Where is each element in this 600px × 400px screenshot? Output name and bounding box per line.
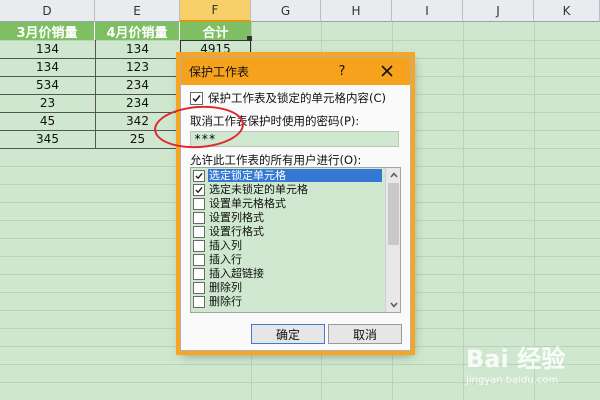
checkbox[interactable] — [193, 295, 205, 308]
help-button[interactable]: ? — [331, 60, 353, 82]
table-border — [0, 130, 180, 131]
cancel-button[interactable]: 取消 — [328, 324, 402, 344]
checkbox[interactable] — [193, 281, 205, 294]
scroll-thumb[interactable] — [388, 183, 399, 245]
permission-item[interactable]: 设置单元格格式 — [193, 197, 383, 210]
checkbox-checked[interactable] — [193, 183, 205, 196]
permission-item[interactable]: 选定锁定单元格 — [193, 169, 383, 182]
permission-label: 设置列格式 — [209, 211, 264, 224]
close-icon[interactable] — [376, 60, 398, 82]
list-scrollbar[interactable] — [385, 168, 400, 312]
table-cell[interactable]: 45 — [0, 112, 95, 130]
permission-item[interactable]: 插入行 — [193, 253, 383, 266]
permission-label: 插入列 — [209, 239, 242, 252]
column-header[interactable]: H — [321, 0, 392, 22]
permission-label: 设置行格式 — [209, 225, 264, 238]
ok-button[interactable]: 确定 — [251, 324, 325, 344]
watermark-logo: Bai 经验 — [466, 345, 566, 373]
table-border — [0, 76, 180, 77]
table-cell[interactable]: 234 — [95, 94, 180, 112]
header-cell[interactable]: 合计 — [180, 22, 251, 41]
checkbox[interactable] — [193, 267, 205, 280]
table-cell[interactable]: 234 — [95, 76, 180, 94]
header-cell[interactable]: 4月价销量 — [95, 22, 180, 41]
permission-label: 插入超链接 — [209, 267, 264, 280]
permission-item[interactable]: 插入列 — [193, 239, 383, 252]
permission-item[interactable]: 删除列 — [193, 281, 383, 294]
checkbox[interactable] — [193, 211, 205, 224]
table-border — [0, 94, 180, 95]
permissions-label: 允许此工作表的所有用户进行(O): — [190, 153, 362, 167]
column-header-active[interactable]: F — [180, 0, 251, 22]
permission-label: 删除列 — [209, 281, 242, 294]
column-header[interactable]: K — [534, 0, 600, 22]
table-cell[interactable]: 134 — [0, 40, 95, 58]
permission-item[interactable]: 选定未锁定的单元格 — [193, 183, 383, 196]
checkbox[interactable] — [193, 225, 205, 238]
permission-label: 插入行 — [209, 253, 242, 266]
table-cell[interactable]: 123 — [95, 58, 180, 76]
checkbox[interactable] — [193, 253, 205, 266]
column-header[interactable]: D — [0, 0, 95, 22]
column-header[interactable]: E — [95, 0, 180, 22]
table-border — [0, 112, 180, 113]
protect-option[interactable]: 保护工作表及锁定的单元格内容(C) — [190, 90, 386, 106]
permission-label: 设置单元格格式 — [209, 197, 286, 210]
header-cell[interactable]: 3月价销量 — [0, 22, 95, 41]
permission-item[interactable]: 设置行格式 — [193, 225, 383, 238]
checkbox[interactable] — [193, 239, 205, 252]
scroll-down-icon[interactable] — [386, 298, 400, 312]
protect-checkbox[interactable] — [190, 91, 203, 105]
dialog-titlebar[interactable]: 保护工作表 ? — [181, 57, 410, 85]
table-cell[interactable]: 534 — [0, 76, 95, 94]
fill-handle[interactable] — [247, 36, 252, 41]
checkbox-checked[interactable] — [193, 169, 205, 182]
column-header[interactable]: J — [463, 0, 534, 22]
permission-label: 选定锁定单元格 — [208, 169, 382, 182]
dialog-title: 保护工作表 — [189, 65, 250, 79]
table-border — [0, 58, 180, 59]
table-cell[interactable]: 345 — [0, 130, 95, 148]
scroll-up-icon[interactable] — [386, 168, 400, 182]
table-cell[interactable]: 23 — [0, 94, 95, 112]
table-cell[interactable]: 134 — [0, 58, 95, 76]
protect-label: 保护工作表及锁定的单元格内容(C) — [208, 91, 387, 105]
protect-sheet-dialog: 保护工作表 ? 保护工作表及锁定的单元格内容(C) 取消工作表保护时使用的密码(… — [180, 56, 411, 351]
permission-item[interactable]: 插入超链接 — [193, 267, 383, 280]
permissions-list[interactable]: 选定锁定单元格 选定未锁定的单元格 设置单元格格式 设置列格式 设置行格式 插入… — [190, 167, 401, 313]
column-header[interactable]: G — [251, 0, 321, 22]
permission-label: 删除行 — [209, 295, 242, 308]
column-header[interactable]: I — [392, 0, 463, 22]
grid-line — [463, 22, 464, 400]
table-border — [0, 148, 180, 149]
table-border — [95, 40, 96, 149]
checkbox[interactable] — [193, 197, 205, 210]
watermark-url: jingyan.baidu.com — [466, 375, 559, 386]
permission-item[interactable]: 设置列格式 — [193, 211, 383, 224]
watermark: Bai 经验 jingyan.baidu.com — [466, 335, 596, 397]
table-cell[interactable]: 134 — [95, 40, 180, 58]
permission-label: 选定未锁定的单元格 — [209, 183, 308, 196]
permission-item[interactable]: 删除行 — [193, 295, 383, 308]
